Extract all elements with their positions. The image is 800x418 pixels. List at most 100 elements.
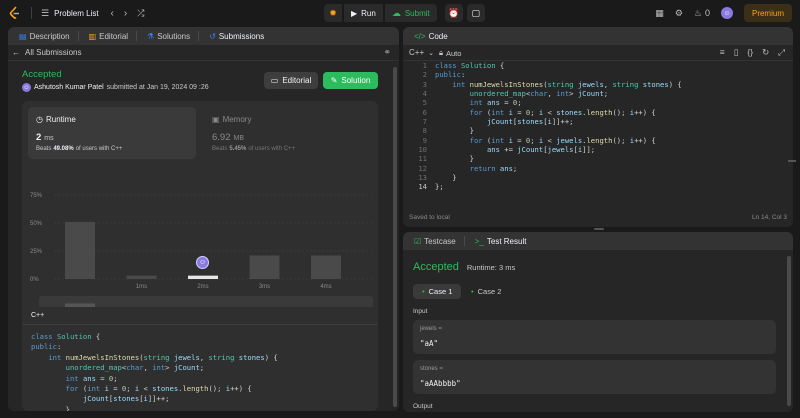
tab-code[interactable]: </> Code <box>409 32 453 41</box>
runtime-bar[interactable] <box>126 275 157 279</box>
code-panel: </> Code C++ ⌄ 🔒︎ Auto ≡ ▯ {} ↻ ⤢ 123456… <box>403 27 793 227</box>
case-1-tab[interactable]: • Case 1 <box>413 284 462 299</box>
format-icon[interactable]: ≡ <box>720 47 725 58</box>
author-name[interactable]: Ashutosh Kumar Patel <box>34 84 104 91</box>
line-numbers: 1 2 3 4 5 6 7 8 9 10 11 12 13 14 <box>403 61 427 192</box>
runtime-bar[interactable] <box>249 255 280 279</box>
tab-solutions[interactable]: ⚗ Solutions <box>142 31 204 41</box>
input-label: Input <box>413 308 428 315</box>
scrollbar[interactable] <box>393 67 397 407</box>
input-stones[interactable]: stones = "aAAbbbb" <box>413 360 776 394</box>
tab-editorial[interactable]: ▥ Editorial <box>84 31 142 41</box>
tab-submissions[interactable]: ↺ Submissions <box>204 32 269 41</box>
input-var-value: "aA" <box>420 339 439 348</box>
line-number: 10 <box>418 145 427 155</box>
test-panel: ☑ Testcase >_ Test Result Accepted Runti… <box>403 232 793 412</box>
x-tick-label: 2ms <box>197 284 208 290</box>
run-button[interactable]: ▶ Run <box>344 4 383 22</box>
runtime-bar[interactable] <box>188 275 218 279</box>
layout-icon[interactable]: ▦ <box>655 8 664 19</box>
line-number: 14 <box>418 182 427 192</box>
submit-label: Submit <box>404 8 430 18</box>
auto-mode[interactable]: 🔒︎ Auto <box>439 48 461 58</box>
tab-test-result[interactable]: >_ Test Result <box>470 237 532 246</box>
runtime-bar[interactable] <box>65 221 95 279</box>
book-icon: ▥ <box>88 31 97 41</box>
list-icon: ☰ <box>41 7 50 18</box>
gear-icon[interactable]: ⚙ <box>675 8 683 19</box>
tab-editorial-label: Editorial <box>99 31 129 41</box>
timer-button[interactable]: ⏰ <box>444 4 463 22</box>
tab-solutions-label: Solutions <box>157 31 191 41</box>
play-icon: ▶ <box>351 8 358 18</box>
notes-button[interactable]: ▢ <box>466 4 485 22</box>
expand-icon[interactable]: ⤢ <box>778 47 785 58</box>
submitted-code-card: C++ class Solution { public: int numJewe… <box>22 307 378 411</box>
line-number: 13 <box>418 173 427 183</box>
next-problem-icon[interactable]: › <box>124 8 127 19</box>
line-number: 8 <box>422 126 427 136</box>
runtime-distribution-chart: 75%50%25%0%1ms2ms3ms4ms 1ms2ms3ms4ms <box>30 193 373 317</box>
note-icon: ▢ <box>471 7 480 18</box>
auto-label: Auto <box>446 48 462 58</box>
divider <box>31 7 32 19</box>
result-status: Accepted <box>413 261 459 273</box>
y-tick-label: 50% <box>30 221 43 227</box>
book-icon: ▭ <box>270 76 279 85</box>
line-number: 3 <box>422 79 427 89</box>
back-to-submissions[interactable]: ← All Submissions <box>12 48 81 57</box>
panel-resize-handle[interactable] <box>788 160 796 162</box>
line-number: 2 <box>422 70 427 80</box>
solution-button[interactable]: ✎ Solution <box>323 72 378 89</box>
shuffle-icon[interactable]: ⤮ <box>137 8 144 19</box>
submitted-code: class Solution { public: int numJewelsIn… <box>31 332 278 411</box>
description-icon: ▤ <box>19 31 27 41</box>
tab-code-label: Code <box>428 31 448 41</box>
alarm-icon: ⏰ <box>448 7 460 18</box>
terminal-icon: >_ <box>474 236 484 246</box>
debug-button[interactable]: ✹ <box>324 4 342 22</box>
streak[interactable]: ♨ 0 <box>694 8 710 19</box>
code-icon: </> <box>414 31 426 41</box>
divider <box>77 31 79 41</box>
language-select[interactable]: C++ ⌄ <box>409 48 434 57</box>
checkbox-icon: ☑ <box>414 236 422 246</box>
y-tick-label: 25% <box>30 249 43 255</box>
x-tick-label: 3ms <box>259 284 270 290</box>
tab-description[interactable]: ▤ Description <box>14 31 84 41</box>
link-icon[interactable]: ⚭ <box>383 47 391 58</box>
avatar[interactable]: ☺ <box>720 7 733 19</box>
cursor-position: Ln 14, Col 3 <box>751 214 787 221</box>
line-number: 5 <box>422 98 427 108</box>
divider <box>136 31 138 41</box>
tab-testcase[interactable]: ☑ Testcase <box>409 236 470 246</box>
runtime-bar[interactable] <box>311 255 341 279</box>
problem-list-button[interactable]: ☰ Problem List <box>41 8 99 19</box>
code-editor[interactable]: class Solution { public: int numJewelsIn… <box>435 61 682 192</box>
chevron-down-icon: ⌄ <box>428 49 434 57</box>
editorial-button-label: Editorial <box>282 76 312 85</box>
divider <box>22 324 378 325</box>
bookmark-icon[interactable]: ▯ <box>734 47 739 58</box>
line-number: 11 <box>418 154 427 164</box>
submission-meta: ☺ Ashutosh Kumar Patel submitted at Jan … <box>22 83 209 92</box>
braces-icon[interactable]: {} <box>747 47 753 58</box>
scrollbar[interactable] <box>787 256 791 406</box>
prev-problem-icon[interactable]: ‹ <box>111 8 114 19</box>
save-status: Saved to local <box>409 214 450 221</box>
premium-button[interactable]: Premium <box>743 4 792 22</box>
reset-icon[interactable]: ↻ <box>762 47 769 58</box>
avatar: ☺ <box>196 255 209 269</box>
avatar[interactable]: ☺ <box>22 83 31 92</box>
editorial-button[interactable]: ▭ Editorial <box>264 72 318 89</box>
leetcode-logo-icon[interactable] <box>8 6 22 20</box>
streak-count: 0 <box>704 8 710 18</box>
case-2-tab[interactable]: • Case 2 <box>467 284 505 299</box>
input-jewels[interactable]: jewels = "aA" <box>413 320 776 354</box>
arrow-left-icon: ← <box>12 48 20 57</box>
submit-button[interactable]: ☁ Submit <box>384 4 437 22</box>
divider <box>8 60 399 61</box>
horizontal-splitter[interactable] <box>594 228 604 230</box>
tab-testcase-label: Testcase <box>424 236 456 246</box>
line-number: 9 <box>422 135 427 145</box>
